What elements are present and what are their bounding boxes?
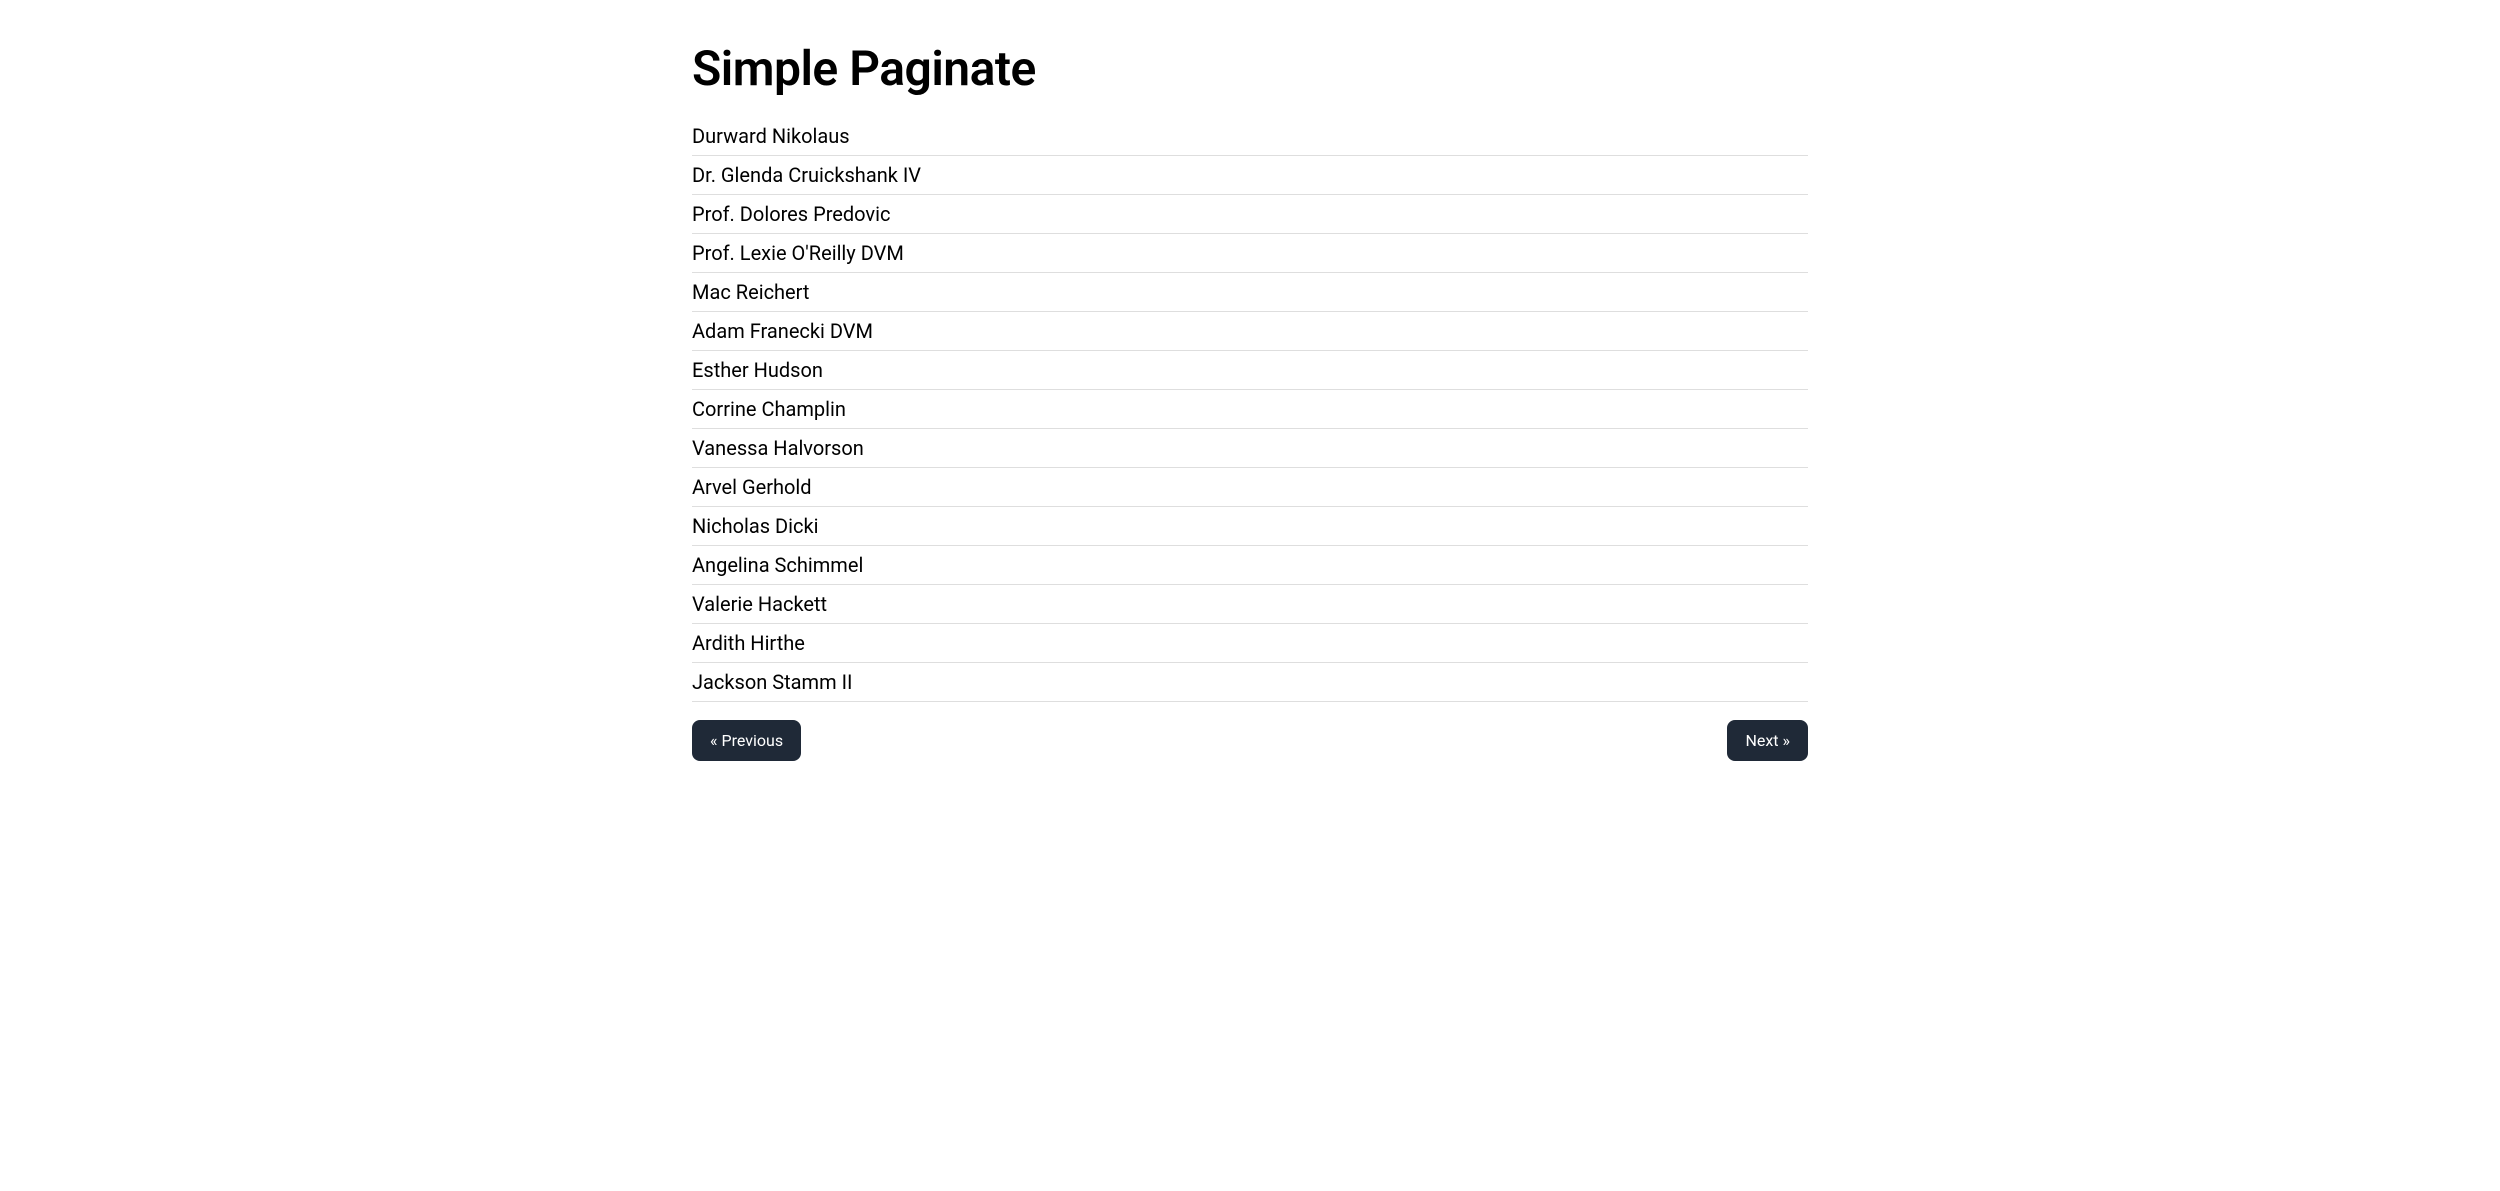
list-item: Dr. Glenda Cruickshank IV — [692, 156, 1808, 195]
list-item: Nicholas Dicki — [692, 507, 1808, 546]
list-item: Corrine Champlin — [692, 390, 1808, 429]
list-item: Jackson Stamm II — [692, 663, 1808, 702]
list-item: Angelina Schimmel — [692, 546, 1808, 585]
list-item: Vanessa Halvorson — [692, 429, 1808, 468]
list-item: Durward Nikolaus — [692, 117, 1808, 156]
list-item: Arvel Gerhold — [692, 468, 1808, 507]
list-item: Ardith Hirthe — [692, 624, 1808, 663]
list-item: Mac Reichert — [692, 273, 1808, 312]
next-button[interactable]: Next » — [1727, 720, 1808, 761]
list-item: Esther Hudson — [692, 351, 1808, 390]
list-item: Adam Franecki DVM — [692, 312, 1808, 351]
previous-button[interactable]: « Previous — [692, 720, 801, 761]
user-list: Durward Nikolaus Dr. Glenda Cruickshank … — [692, 117, 1808, 702]
page-title: Simple Paginate — [692, 40, 1808, 97]
pagination: « Previous Next » — [692, 720, 1808, 761]
list-item: Prof. Lexie O'Reilly DVM — [692, 234, 1808, 273]
list-item: Valerie Hackett — [692, 585, 1808, 624]
list-item: Prof. Dolores Predovic — [692, 195, 1808, 234]
